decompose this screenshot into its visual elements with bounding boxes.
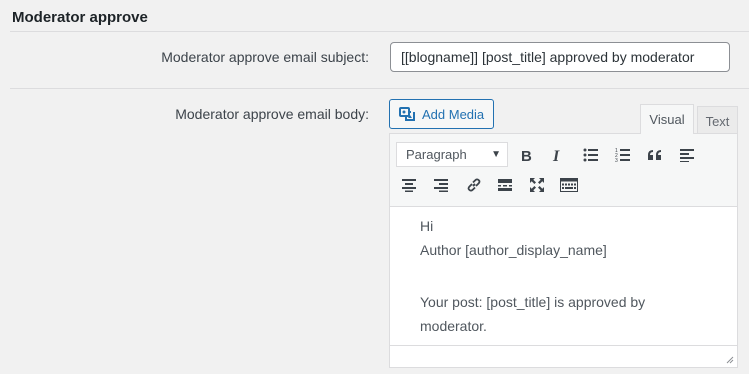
format-select[interactable]: Paragraph ▼ — [396, 142, 508, 167]
section-title: Moderator approve — [12, 9, 148, 26]
svg-text:B: B — [521, 148, 532, 162]
fullscreen-icon — [530, 178, 544, 192]
link-icon — [467, 178, 481, 192]
align-left-icon — [680, 149, 694, 162]
toolbar-toggle-icon — [560, 178, 578, 192]
read-more-button[interactable] — [492, 172, 518, 198]
svg-text:3: 3 — [615, 158, 618, 162]
italic-icon: I — [552, 148, 560, 162]
add-media-button[interactable]: Add Media — [389, 99, 494, 129]
bullet-list-button[interactable] — [578, 142, 604, 168]
content-line: Author [author_display_name] — [420, 242, 607, 258]
content-line: Hi — [420, 218, 434, 234]
align-center-button[interactable] — [396, 172, 422, 198]
read-more-icon — [498, 179, 512, 191]
numbered-list-button[interactable]: 1 2 3 — [610, 142, 636, 168]
italic-button[interactable]: I — [545, 142, 571, 168]
content-line: moderator. — [420, 318, 487, 334]
editor-status-bar — [390, 345, 737, 367]
fullscreen-button[interactable] — [524, 172, 550, 198]
format-select-value: Paragraph — [406, 147, 467, 162]
align-left-button[interactable] — [674, 142, 700, 168]
divider — [10, 31, 749, 32]
editor-toolbar: Paragraph ▼ B I 1 2 3 — [390, 134, 737, 207]
tab-visual[interactable]: Visual — [640, 104, 694, 134]
bold-icon: B — [521, 148, 532, 162]
bold-button[interactable]: B — [514, 142, 540, 168]
content-line: Your post: [post_title] is approved by — [420, 294, 646, 310]
align-right-button[interactable] — [428, 172, 454, 198]
align-center-icon — [402, 179, 416, 192]
add-media-label: Add Media — [422, 106, 485, 122]
tab-text[interactable]: Text — [697, 106, 738, 135]
add-media-icon — [399, 106, 415, 121]
editor-content[interactable]: Hi Author [author_display_name] Your pos… — [420, 214, 720, 338]
bullet-list-icon — [583, 148, 598, 162]
divider — [10, 88, 749, 89]
subject-input[interactable]: [[blogname]] [post_title] approved by mo… — [390, 42, 730, 72]
resize-handle-icon[interactable] — [726, 356, 734, 364]
body-editor: Paragraph ▼ B I 1 2 3 Hi Author [author_… — [389, 133, 738, 368]
link-button[interactable] — [461, 172, 487, 198]
svg-text:I: I — [552, 148, 560, 162]
body-label: Moderator approve email body: — [175, 106, 369, 122]
align-right-icon — [434, 179, 448, 192]
numbered-list-icon: 1 2 3 — [615, 148, 630, 162]
subject-label: Moderator approve email subject: — [161, 49, 369, 65]
chevron-down-icon: ▼ — [491, 149, 501, 160]
blockquote-button[interactable] — [642, 142, 668, 168]
blockquote-icon — [648, 150, 661, 160]
toolbar-toggle-button[interactable] — [556, 172, 582, 198]
